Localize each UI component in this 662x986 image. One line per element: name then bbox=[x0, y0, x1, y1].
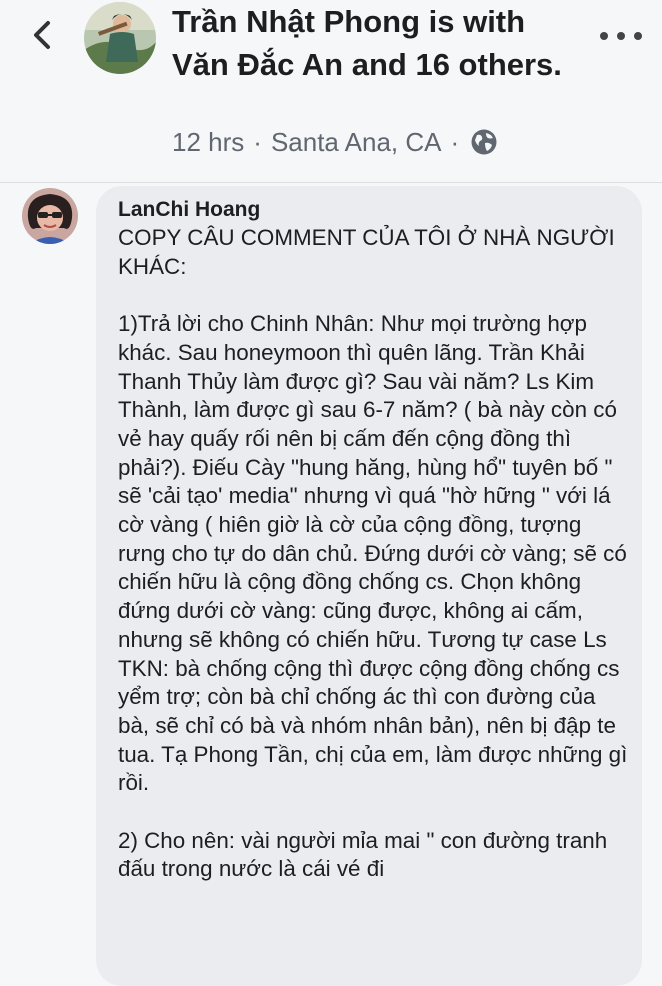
comment-body: COPY CÂU COMMENT CỦA TÔI Ở NHÀ NGƯỜI KHÁ… bbox=[118, 224, 628, 884]
separator: · bbox=[253, 126, 262, 157]
commenter-avatar[interactable] bbox=[22, 188, 78, 244]
post-header: Trần Nhật Phong is with Văn Đắc An and 1… bbox=[0, 0, 662, 182]
divider bbox=[0, 182, 662, 183]
more-dot bbox=[634, 32, 642, 40]
comment-paragraph: 1)Trả lời cho Chinh Nhân: Như mọi trường… bbox=[118, 311, 628, 796]
comment-paragraph: COPY CÂU COMMENT CỦA TÔI Ở NHÀ NGƯỜI KHÁ… bbox=[118, 225, 615, 279]
comment-author[interactable]: LanChi Hoang bbox=[118, 198, 260, 222]
chevron-left-icon[interactable] bbox=[28, 18, 58, 52]
post-time[interactable]: 12 hrs bbox=[172, 127, 244, 158]
post-meta: 12 hrs · Santa Ana, CA · bbox=[172, 125, 498, 159]
more-dot bbox=[600, 32, 608, 40]
avatar[interactable] bbox=[84, 2, 156, 74]
comment-paragraph: 2) Cho nên: vài người mỉa mai " con đườn… bbox=[118, 827, 608, 882]
post-title: Trần Nhật Phong is with Văn Đắc An and 1… bbox=[172, 4, 562, 82]
more-options-button[interactable] bbox=[600, 24, 642, 48]
more-dot bbox=[617, 32, 625, 40]
globe-icon[interactable] bbox=[470, 128, 498, 156]
separator: · bbox=[450, 126, 460, 157]
post-location[interactable]: Santa Ana, CA bbox=[271, 127, 442, 158]
